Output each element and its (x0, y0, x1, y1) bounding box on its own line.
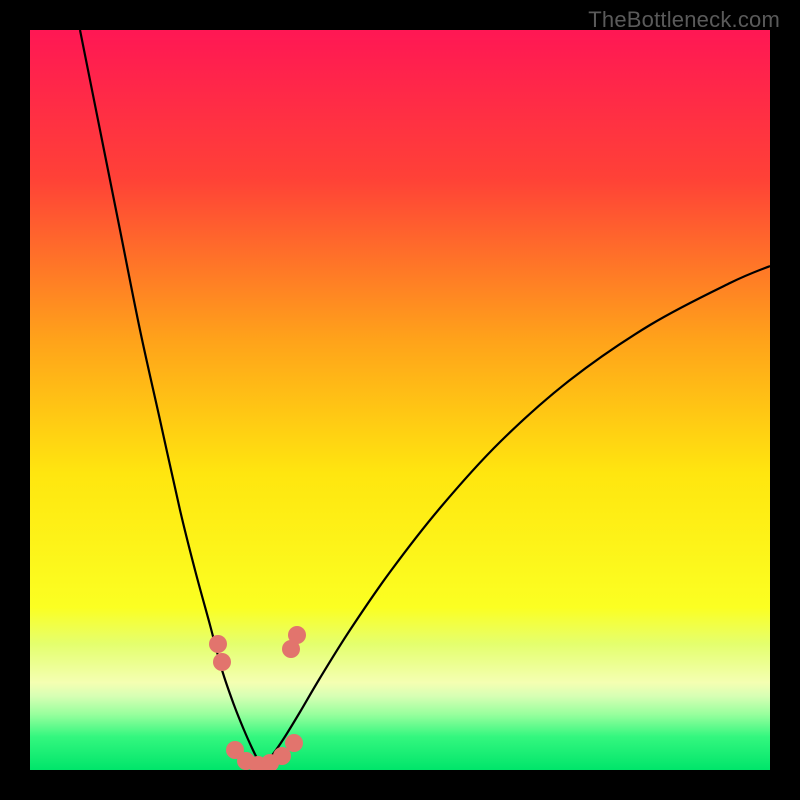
bottleneck-chart (30, 30, 770, 770)
marker-dot (288, 626, 306, 644)
gradient-background (30, 30, 770, 770)
marker-dot (209, 635, 227, 653)
watermark-text: TheBottleneck.com (588, 7, 780, 33)
chart-frame: TheBottleneck.com (0, 0, 800, 800)
marker-dot (285, 734, 303, 752)
marker-dot (213, 653, 231, 671)
plot-area (30, 30, 770, 770)
